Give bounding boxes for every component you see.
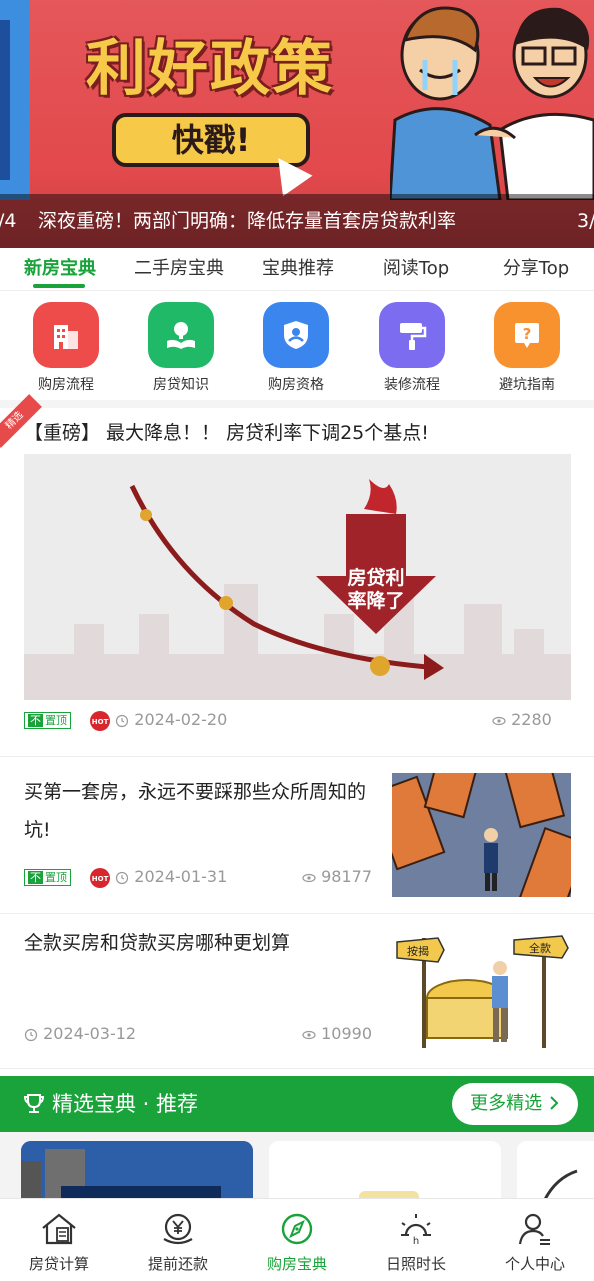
article-cover-image: 房贷利 率降了 [24, 454, 571, 700]
nav-prepayment[interactable]: 提前还款 [119, 1199, 237, 1281]
view-count: 10990 [321, 1024, 372, 1043]
nav-house-guide[interactable]: 购房宝典 [238, 1199, 356, 1281]
article-thumbnail: 按揭 全款 [392, 928, 571, 1052]
eye-icon [302, 873, 316, 882]
shield-user-icon [263, 302, 329, 368]
banner-caption-bar: /4 深夜重磅！两部门明确：降低存量首套房贷款利率 3/ [0, 194, 594, 248]
user-icon [518, 1213, 550, 1245]
quick-link-label: 装修流程 [384, 377, 440, 393]
svg-text:?: ? [523, 325, 532, 343]
article-views: 2280 [492, 710, 552, 729]
quick-link-label: 购房流程 [38, 377, 94, 393]
article-date: 2024-01-31 [134, 867, 228, 886]
clock-icon [24, 1028, 38, 1041]
building-icon [33, 302, 99, 368]
view-count: 98177 [321, 867, 372, 886]
pin-badge: 不置顶 [24, 712, 71, 729]
banner-prev-slide-edge [0, 0, 30, 200]
tab-second-hand[interactable]: 二手房宝典 [120, 248, 238, 290]
banner-caption: 深夜重磅！两部门明确：降低存量首套房贷款利率 [38, 210, 457, 232]
featured-section-header: 精选宝典 · 推荐 更多精选 [0, 1076, 594, 1132]
article-thumbnail [392, 773, 571, 897]
nav-mortgage-calculator[interactable]: 房贷计算 [0, 1199, 118, 1281]
featured-card[interactable] [269, 1141, 501, 1200]
featured-section-title: 精选宝典 · 推荐 [52, 1092, 199, 1116]
view-count: 2280 [511, 710, 552, 729]
article-date: 2024-03-12 [43, 1024, 137, 1043]
nav-label: 提前还款 [147, 1255, 208, 1273]
quick-links: 购房流程 房贷知识 购房资格 装修流程 ? 避坑指南 [0, 292, 594, 408]
article-meta: 不置顶 HOT 2024-02-20 [24, 710, 227, 731]
eye-icon [302, 1030, 316, 1039]
quick-link-purchase-process[interactable]: 购房流程 [21, 302, 111, 394]
nav-label: 购房宝典 [266, 1255, 327, 1273]
article-title: 【重磅】 最大降息！！ 房贷利率下调25个基点! [24, 422, 429, 444]
hot-icon: HOT [90, 710, 111, 731]
clock-icon [116, 871, 129, 884]
quick-link-loan-knowledge[interactable]: 房贷知识 [136, 302, 226, 394]
quick-link-label: 房贷知识 [153, 377, 209, 393]
yen-coin-icon [163, 1213, 193, 1245]
image-text-line-2: 率降了 [347, 589, 404, 612]
nav-profile[interactable]: 个人中心 [476, 1199, 594, 1281]
quick-link-decoration[interactable]: 装修流程 [367, 302, 457, 394]
book-bulb-icon [148, 302, 214, 368]
quick-link-qualification[interactable]: 购房资格 [251, 302, 341, 394]
banner-index-right: 3/ [577, 210, 594, 232]
compass-icon [281, 1213, 313, 1245]
article-date: 2024-02-20 [134, 710, 228, 729]
tab-read-top[interactable]: 阅读Top [362, 248, 470, 290]
tab-share-top[interactable]: 分享Top [484, 248, 588, 290]
article-meta: 2024-03-12 [24, 1024, 136, 1043]
sun-icon: h [401, 1214, 431, 1247]
banner-headline: 利好政策 [86, 34, 334, 104]
paint-roller-icon [379, 302, 445, 368]
house-calculator-icon [42, 1213, 76, 1245]
article-meta: 不置顶 HOT 2024-01-31 [24, 867, 227, 888]
banner-index-left: /4 [0, 210, 17, 232]
category-tabs: 新房宝典 二手房宝典 宝典推荐 阅读Top 分享Top [0, 248, 594, 291]
featured-article[interactable]: 精选 【重磅】 最大降息！！ 房贷利率下调25个基点! 房贷利 率降了 不置顶 [0, 394, 594, 757]
nav-label: 房贷计算 [28, 1255, 89, 1273]
active-tab-indicator [33, 284, 85, 288]
article-title: 买第一套房，永远不要踩那些众所周知的坑! [24, 781, 367, 841]
svg-text:h: h [413, 1236, 419, 1247]
top-banner[interactable]: 利好政策 快戳! /4 深夜重磅！两部门明确：降低存量首套房贷款利率 3/ [0, 0, 594, 248]
thumb-label-fullpay: 全款 [529, 941, 551, 955]
question-icon: ? [494, 302, 560, 368]
eye-icon [492, 716, 506, 725]
rate-drop-illustration: 房贷利 率降了 [24, 454, 571, 700]
image-text-line-1: 房贷利 [347, 566, 404, 589]
clock-icon [116, 714, 129, 727]
trophy-icon [23, 1094, 45, 1113]
nav-label: 个人中心 [504, 1255, 565, 1273]
cartoon-people-illustration [390, 6, 594, 200]
bottom-navigation: 房贷计算 提前还款 购房宝典 h 日照时长 个人中心 [0, 1198, 594, 1281]
article-views: 10990 [302, 1024, 372, 1043]
hot-icon: HOT [90, 867, 111, 888]
article-item[interactable]: 买第一套房，永远不要踩那些众所周知的坑! 不置顶 HOT 2024-01-31 … [0, 757, 594, 914]
quick-link-label: 避坑指南 [499, 377, 555, 393]
featured-cards-row [0, 1132, 594, 1200]
featured-card[interactable] [21, 1141, 253, 1200]
nav-label: 日照时长 [385, 1255, 446, 1273]
quick-link-label: 购房资格 [268, 377, 324, 393]
featured-card[interactable] [517, 1141, 594, 1200]
article-item[interactable]: 全款买房和贷款买房哪种更划算 按揭 全款 2024-03-12 10990 [0, 914, 594, 1069]
article-title: 全款买房和贷款买房哪种更划算 [24, 932, 291, 954]
nav-sunlight-hours[interactable]: h 日照时长 [357, 1199, 475, 1281]
thumb-label-mortgage: 按揭 [407, 944, 429, 958]
pin-badge: 不置顶 [24, 869, 71, 886]
tab-recommend[interactable]: 宝典推荐 [246, 248, 350, 290]
chevron-right-icon [550, 1096, 559, 1110]
quick-link-pitfall-guide[interactable]: ? 避坑指南 [482, 302, 572, 394]
article-views: 98177 [302, 867, 372, 886]
more-featured-button[interactable]: 更多精选 [452, 1083, 578, 1125]
more-featured-label: 更多精选 [470, 1093, 543, 1114]
